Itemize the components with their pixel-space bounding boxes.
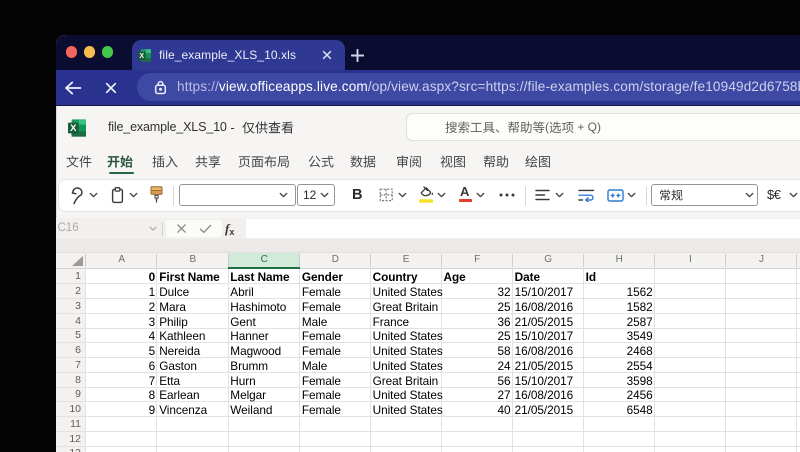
svg-text:X: X bbox=[140, 52, 145, 59]
svg-text:X: X bbox=[70, 123, 77, 134]
